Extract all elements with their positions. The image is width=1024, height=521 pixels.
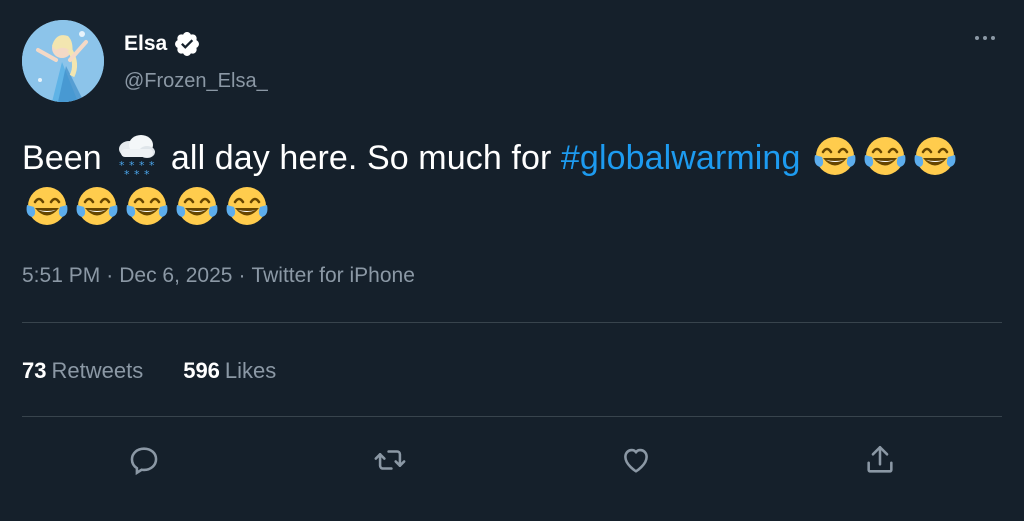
- verified-badge-icon: [173, 30, 201, 58]
- tweet-date[interactable]: Dec 6, 2025: [119, 264, 232, 287]
- elsa-avatar-image: [22, 20, 104, 102]
- tweet-time[interactable]: 5:51 PM: [22, 264, 100, 287]
- cloud-with-snow-icon: * * * * * * *: [113, 133, 159, 179]
- hashtag-link[interactable]: #globalwarming: [561, 139, 801, 177]
- svg-text:*: *: [144, 168, 150, 179]
- likes-stat[interactable]: 596 Likes: [183, 358, 276, 384]
- more-dot-icon: [975, 36, 979, 40]
- tears-of-joy-emoji-icon: [74, 183, 120, 229]
- divider: [22, 416, 1002, 417]
- tears-of-joy-emoji-icon: [912, 133, 958, 179]
- likes-label: Likes: [224, 358, 277, 383]
- retweets-stat[interactable]: 73 Retweets: [22, 358, 143, 384]
- tears-of-joy-emoji-icon: [862, 133, 908, 179]
- author-name-row: Elsa: [124, 30, 201, 58]
- divider: [22, 322, 1002, 323]
- tears-of-joy-emoji-icon: [174, 183, 220, 229]
- svg-text:*: *: [134, 168, 140, 179]
- more-options-button[interactable]: [970, 26, 1000, 50]
- tweet-text: Been * * * * * * * all day here. So much…: [22, 133, 1002, 233]
- reply-button[interactable]: [124, 440, 164, 480]
- like-button[interactable]: [616, 440, 656, 480]
- tweet-text-part1: Been: [22, 139, 102, 177]
- tears-of-joy-emoji-icon: [24, 183, 70, 229]
- tweet-source[interactable]: Twitter for iPhone: [251, 264, 414, 287]
- tears-of-joy-emoji-icon: [124, 183, 170, 229]
- more-dot-icon: [991, 36, 995, 40]
- tweet-meta: 5:51 PM · Dec 6, 2025 · Twitter for iPhone: [22, 264, 415, 288]
- share-button[interactable]: [860, 440, 900, 480]
- share-icon: [867, 445, 893, 473]
- avatar[interactable]: [22, 20, 104, 102]
- retweet-icon: [374, 450, 406, 470]
- tweet-text-part2: all day here. So much for: [170, 139, 552, 177]
- more-dot-icon: [983, 36, 987, 40]
- tweet-stats: 73 Retweets 596 Likes: [22, 358, 276, 384]
- svg-text:*: *: [124, 168, 130, 179]
- tears-of-joy-emoji-icon: [812, 133, 858, 179]
- author-handle[interactable]: @Frozen_Elsa_: [124, 70, 268, 93]
- retweet-button[interactable]: [370, 440, 410, 480]
- svg-text:*: *: [149, 159, 155, 172]
- retweets-count: 73: [22, 358, 47, 383]
- like-icon: [624, 448, 648, 473]
- likes-count: 596: [183, 358, 220, 383]
- author-display-name[interactable]: Elsa: [124, 32, 167, 56]
- tears-of-joy-emoji-icon: [224, 183, 270, 229]
- retweets-label: Retweets: [51, 358, 144, 383]
- reply-icon: [130, 447, 158, 476]
- meta-separator: ·: [106, 264, 114, 287]
- meta-separator: ·: [238, 264, 246, 287]
- tweet-actions: [0, 440, 1024, 480]
